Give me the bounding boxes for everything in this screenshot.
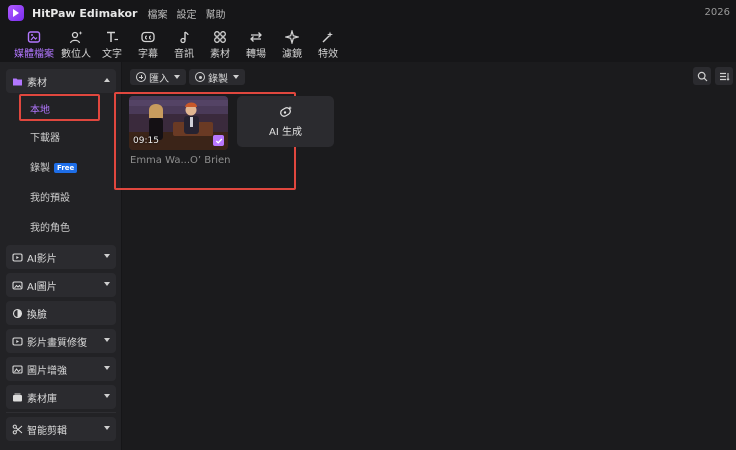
media-files-icon [27,31,41,43]
search-button[interactable] [693,67,711,85]
chevron-down-icon [174,75,180,79]
section-label: 圖片增強 [27,365,67,377]
section-label: 換臉 [27,309,47,321]
section-library[interactable]: 素材庫 [6,385,116,409]
tab-label: 音訊 [174,49,194,60]
chevron-down-icon [104,426,110,430]
sidebar-item-downloader[interactable]: 下載器 [30,132,60,146]
filter-icon [285,30,299,44]
materials-icon [214,31,226,43]
chevron-down-icon [104,282,110,286]
selected-checkbox[interactable] [213,135,224,146]
tab-digital-human[interactable]: 數位人 [58,26,94,62]
app-window: HitPaw Edimakor 檔案 設定 幫助 2026 媒體檔案 數位人 文… [0,0,736,450]
checkmark-icon [215,138,222,144]
record-label: 錄製 [208,73,228,85]
section-label: 影片畫質修復 [27,337,87,349]
tab-label: 濾鏡 [282,49,302,60]
text-icon [107,31,118,42]
ai-generate-label: AI 生成 [269,127,302,138]
tab-label: 特效 [318,49,338,60]
search-icon [697,71,707,81]
transition-icon [250,32,262,42]
section-smart-cut[interactable]: 智能剪輯 [6,417,116,441]
list-view-button[interactable] [715,67,733,85]
media-clip-thumbnail[interactable]: 09:15 [129,96,228,150]
sidebar-item-presets[interactable]: 我的預設 [30,192,70,206]
section-ai-image[interactable]: AI圖片 [6,273,116,297]
sidebar-divider [6,412,116,413]
year-label: 2026 [704,7,730,18]
clip-duration: 09:15 [133,136,159,146]
effects-icon [322,31,333,43]
tab-label: 媒體檔案 [14,49,54,60]
chevron-down-icon [104,394,110,398]
clip-name: Emma Wa...O’ Brien [130,155,231,166]
ai-generate-card[interactable]: AI 生成 [237,96,334,147]
record-label: 錄製 [30,163,50,174]
app-logo-icon [8,5,24,21]
sidebar-item-characters[interactable]: 我的角色 [30,222,70,236]
tab-label: 文字 [102,49,122,60]
tab-audio[interactable]: 音訊 [166,26,202,62]
chevron-down-icon [104,254,110,258]
add-icon [136,72,146,82]
sidebar: 素材 本地 下載器 錄製 Free 我的預設 我的角色 AI影片 AI圖片 換臉 … [0,62,122,450]
record-button[interactable]: 錄製 [189,69,245,85]
list-view-icon [719,72,730,81]
chevron-down-icon [104,366,110,370]
section-label: AI影片 [27,253,57,265]
media-panel: 匯入 錄製 09:15 Emma Wa...O’ Brien AI 生成 [114,62,736,450]
audio-icon [180,31,189,44]
record-icon [195,72,205,82]
section-materials[interactable]: 素材 [6,69,116,93]
import-button[interactable]: 匯入 [130,69,186,85]
section-face-swap[interactable]: 換臉 [6,301,116,325]
section-label: AI圖片 [27,281,57,293]
image-enhance-icon [12,364,23,374]
menu-file[interactable]: 檔案 [147,6,167,21]
main-toolbar: 媒體檔案 數位人 文字 字幕 音訊 素材 轉場 濾鏡 特效 [0,26,736,62]
section-ai-video[interactable]: AI影片 [6,245,116,269]
tab-label: 字幕 [138,49,158,60]
chevron-down-icon [233,75,239,79]
import-label: 匯入 [149,73,169,85]
section-label: 智能剪輯 [27,425,67,437]
menu-help[interactable]: 幫助 [205,6,225,21]
app-name: HitPaw Edimakor [32,6,138,20]
chevron-down-icon [104,338,110,342]
ai-generate-icon [279,106,292,117]
section-label: 素材庫 [27,393,57,405]
tab-text[interactable]: 文字 [94,26,130,62]
title-bar: HitPaw Edimakor 檔案 設定 幫助 2026 [0,0,736,26]
section-image-enhance[interactable]: 圖片增強 [6,357,116,381]
tab-label: 素材 [210,49,230,60]
tab-media-files[interactable]: 媒體檔案 [10,26,58,62]
subtitle-icon [141,31,155,43]
sidebar-item-record[interactable]: 錄製 Free [30,162,78,176]
chevron-up-icon [104,78,110,82]
digital-human-icon [69,31,83,44]
sidebar-item-local[interactable]: 本地 [30,104,50,118]
section-label: 素材 [27,77,47,89]
folder-icon [13,78,22,85]
library-icon [13,393,22,401]
tab-filter[interactable]: 濾鏡 [274,26,310,62]
section-video-enhance[interactable]: 影片畫質修復 [6,329,116,353]
tab-transition[interactable]: 轉場 [238,26,274,62]
face-swap-icon [12,308,23,318]
tab-materials[interactable]: 素材 [202,26,238,62]
tab-label: 轉場 [246,49,266,60]
scissors-icon [12,424,23,434]
menu-settings[interactable]: 設定 [176,6,196,21]
tab-label: 數位人 [61,49,91,60]
tab-subtitle[interactable]: 字幕 [130,26,166,62]
ai-video-icon [12,252,23,262]
ai-image-icon [12,280,23,290]
tab-effects[interactable]: 特效 [310,26,346,62]
video-enhance-icon [12,336,23,346]
free-badge: Free [54,163,78,173]
